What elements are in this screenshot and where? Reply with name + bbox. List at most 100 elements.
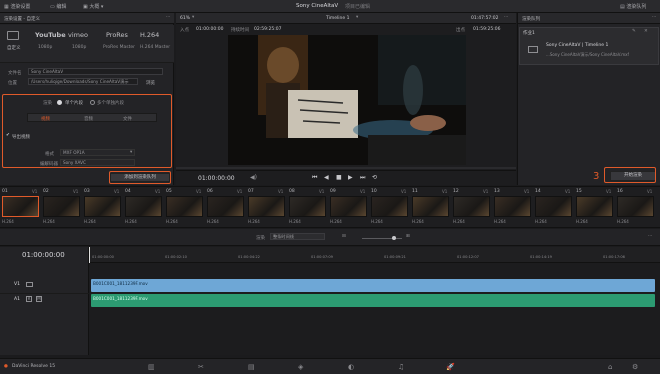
clip-thumbnail[interactable] [453,196,490,217]
viewer-panel: 61% ▾ Timeline 1 ▾ 01:47:57:02 ··· 入点 01… [176,13,516,185]
home-icon[interactable]: ⌂ [608,363,612,371]
a1-record-icon[interactable]: R [26,296,32,302]
timeline-render-mode-select[interactable]: 整条时间线 [270,233,325,240]
thumb-number: 13 [494,189,500,194]
zoom-slider-thumb[interactable] [392,236,396,240]
render-queue-title: 渲染队列 [522,16,540,22]
preset-prores[interactable]: ProRes [106,31,128,39]
thumb-track: V1 [114,189,120,194]
play-icon[interactable]: ▶ [348,174,353,181]
zoom-slider[interactable] [362,238,402,239]
clip-thumbnail[interactable] [43,196,80,217]
thumb-codec: H.264 [535,219,547,224]
timeline-toolbar: 渲染 整条时间线 ⊟ ⊞ ··· [0,229,660,246]
edit-label: 编辑 [56,4,67,10]
cut-page-icon[interactable]: ✂ [198,363,204,371]
go-to-end-icon[interactable]: ⏭ [360,174,365,182]
annotation-box-1 [2,94,172,168]
ruler-tick-label: 01:00:07:09 [311,255,333,259]
edit-page-icon[interactable]: ▤ [248,363,255,371]
duration-timecode: 02:59:25:07 [254,27,282,32]
job-edit-icon[interactable]: ✎ [632,29,636,34]
render-queue-toggle[interactable]: ▤ 渲染队列 [620,3,646,10]
timeline-name[interactable]: Timeline 1 [326,16,349,21]
clip-thumbnail[interactable] [166,196,203,217]
ruler-tick-label: 01:00:00:00 [92,255,114,259]
thumb-codec: H.264 [207,219,219,224]
clip-thumbnail[interactable] [412,196,449,217]
v1-track-icon[interactable] [26,282,33,287]
loop-icon[interactable]: ⟲ [372,174,377,181]
clip-thumbnail[interactable] [248,196,285,217]
thumb-codec: H.264 [125,219,137,224]
timeline-header-left: 01:00:00:00 [0,247,89,263]
volume-icon[interactable]: ◀) [250,174,257,181]
thumb-codec: H.264 [330,219,342,224]
clip-thumbnail[interactable] [207,196,244,217]
zoom-chevron-icon: ▾ [192,15,195,20]
zoom-out-icon[interactable]: ⊟ [342,234,346,239]
timeline-tracks [89,263,660,355]
thumb-track: V1 [319,189,325,194]
location-field[interactable]: /Users/huliqige/Downloads/Sony CineAltaV… [28,78,138,85]
edit-toggle[interactable]: ▭ 编辑 [50,3,66,10]
in-label: 入点 [180,28,189,33]
thumb-number: 11 [412,189,418,194]
audio-clip[interactable]: B001C001_1811239F.mov [91,294,655,307]
stop-icon[interactable]: ■ [336,174,342,181]
thumb-codec: H.264 [494,219,506,224]
job-title: Sony CineAltaV | Timeline 1 [546,43,609,48]
play-reverse-icon[interactable]: ◀ [324,174,329,181]
deliver-page-icon[interactable]: 🚀 [446,363,455,371]
clip-thumbnail[interactable] [617,196,654,217]
ruler-tick-label: 01:00:04:22 [238,255,260,259]
custom-preset-icon[interactable] [7,31,19,40]
settings-gear-icon[interactable]: ⚙ [632,363,638,371]
clip-thumbnail[interactable] [494,196,531,217]
scrubber-bar[interactable] [176,167,516,169]
clip-thumbnail[interactable] [289,196,326,217]
render-settings-toggle[interactable]: ▦ 渲染设置 [4,3,30,10]
preset-vimeo[interactable]: vimeo [68,31,88,39]
clip-thumbnail[interactable] [84,196,121,217]
thumb-number: 02 [43,189,49,194]
video-clip[interactable]: B001C001_1811239F.mov [91,279,655,292]
job-delete-icon[interactable]: ✕ [644,29,648,34]
preset-vimeo-sub: 1080p [72,45,87,50]
browse-button[interactable]: 浏览 [146,80,155,86]
timeline-options-icon[interactable]: ··· [648,234,652,239]
go-to-start-icon[interactable]: ⏮ [312,174,317,182]
render-queue-header: 渲染队列 ··· [518,13,660,24]
thumb-number: 04 [125,189,131,194]
large-label: 大概 [89,4,100,10]
thumb-track: V1 [278,189,284,194]
color-page-icon[interactable]: ◐ [348,363,354,371]
thumb-codec: H.264 [453,219,465,224]
clip-thumbnail[interactable] [535,196,572,217]
fusion-page-icon[interactable]: ◈ [298,363,303,371]
preset-youtube[interactable]: YouTube [35,31,66,39]
audio-clip-name: B001C001_1811239F.mov [93,296,148,301]
fairlight-page-icon[interactable]: ♫ [398,363,404,371]
video-frame-image [228,35,466,165]
clip-thumbnail[interactable] [330,196,367,217]
a1-mute-icon[interactable]: M [36,296,42,302]
more-icon[interactable]: ··· [166,15,170,20]
clip-thumbnail[interactable] [576,196,613,217]
filename-field[interactable]: Sony CineAltaV [28,68,163,75]
viewer-options-icon[interactable]: ··· [504,15,508,20]
queue-more-icon[interactable]: ··· [652,15,656,20]
thumb-codec: H.264 [617,219,629,224]
large-toggle[interactable]: ▣ 大概 ▾ [83,3,103,10]
project-title: Sony CineAltaV [296,3,339,9]
render-job-card[interactable]: 作业1 ✎ ✕ Sony CineAltaV | Timeline 1 ...S… [519,27,659,65]
zoom-in-icon[interactable]: ⊞ [406,234,410,239]
media-page-icon[interactable]: ▥ [148,363,155,371]
clip-thumbnail[interactable] [125,196,162,217]
clip-thumbnail[interactable] [371,196,408,217]
page-nav-bar: ● DaVinci Resolve 15 [0,358,660,374]
clip-thumbnail[interactable] [2,196,39,217]
viewer-header: 61% ▾ Timeline 1 ▾ 01:47:57:02 ··· [176,13,516,24]
preset-h264[interactable]: H.264 [140,31,159,39]
zoom-level[interactable]: 61% [180,16,190,21]
